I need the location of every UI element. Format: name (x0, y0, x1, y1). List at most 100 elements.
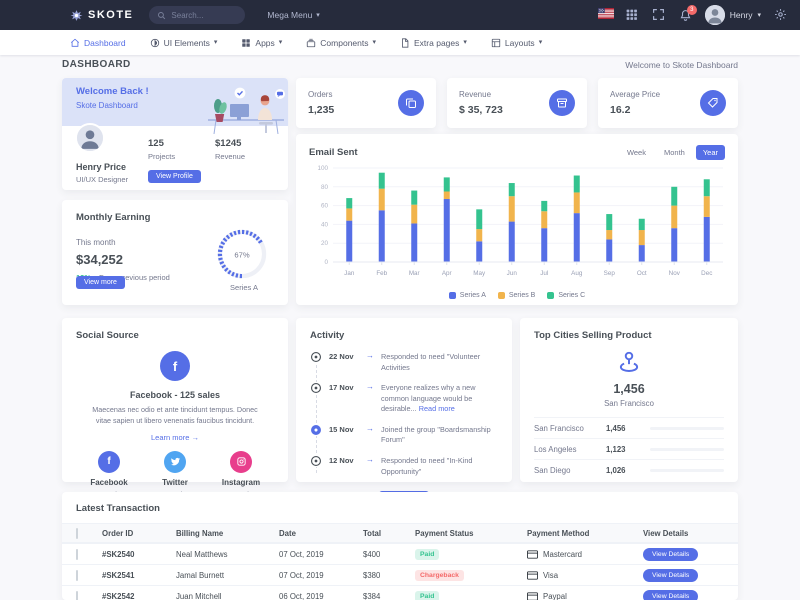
activity-text: Responded to need "In-Kind Opportunity" (381, 455, 498, 477)
period-toggle: Week Month Year (620, 145, 725, 160)
chevron-down-icon: ▾ (373, 39, 377, 46)
row-checkbox[interactable] (76, 549, 78, 560)
row-checkbox[interactable] (76, 591, 78, 600)
stat-value: $ 35, 723 (459, 104, 503, 116)
fullscreen-icon[interactable] (652, 8, 666, 22)
logo-icon (70, 9, 83, 22)
select-all-checkbox[interactable] (76, 528, 78, 539)
period-month-button[interactable]: Month (657, 145, 692, 160)
col-payment-method: Payment Method (527, 529, 643, 538)
col-total: Total (363, 529, 415, 538)
city-name: San Diego (534, 466, 606, 475)
email-sent-chart: 020406080100JanFebMarAprMayJunJulAugSepO… (309, 160, 725, 291)
svg-text:Jul: Jul (540, 270, 548, 277)
view-more-button[interactable]: View more (76, 276, 125, 289)
learn-more-link[interactable]: Learn more → (76, 433, 274, 442)
stat-card-average-price: Average Price 16.2 (598, 78, 738, 128)
nav-item-components[interactable]: Components ▾ (306, 38, 376, 48)
search-input[interactable] (171, 11, 241, 20)
social-source-title: Social Source (76, 330, 274, 341)
activity-item: 22 Nov → Responded to need "Volunteer Ac… (310, 351, 498, 373)
view-profile-button[interactable]: View Profile (148, 170, 201, 183)
visa-icon (527, 571, 538, 580)
chevron-down-icon: ▾ (539, 39, 543, 46)
circle-dot-icon (310, 382, 322, 394)
payment-method: Paypal (543, 592, 567, 600)
flag-us-icon[interactable] (598, 8, 612, 22)
total: $384 (363, 592, 415, 600)
nav-item-dashboard[interactable]: Dashboard (70, 38, 126, 48)
city-row: San Francisco 1,456 (534, 417, 724, 438)
status-badge: Paid (415, 549, 439, 560)
order-id: #SK2540 (102, 550, 176, 559)
chevron-down-icon: ▾ (757, 12, 761, 19)
activity-date: 12 Nov (329, 455, 359, 477)
nav-item-extra-pages[interactable]: Extra pages ▾ (400, 38, 467, 48)
read-more-link[interactable]: Read more (419, 404, 455, 413)
home-icon (70, 38, 80, 48)
chevron-down-icon: ▾ (463, 39, 467, 46)
status-badge: Chargeback (415, 570, 464, 581)
order-id: #SK2542 (102, 592, 176, 600)
email-sent-card: Email Sent Week Month Year 020406080100J… (296, 134, 738, 305)
svg-text:0: 0 (324, 259, 328, 266)
svg-text:May: May (473, 270, 486, 277)
billing-name: Neal Matthews (176, 550, 279, 559)
chevron-down-icon: ▾ (316, 12, 320, 19)
progress-bar (650, 469, 724, 472)
nav-item-apps[interactable]: Apps ▾ (241, 38, 282, 48)
stat-label: Average Price (610, 90, 660, 99)
social-name: Twitter (142, 478, 208, 487)
nav-item-ui-elements[interactable]: UI Elements ▾ (150, 38, 218, 48)
welcome-title: Welcome Back ! (76, 86, 149, 97)
email-sent-title: Email Sent (309, 147, 358, 158)
row-checkbox[interactable] (76, 570, 78, 581)
circle-dot-icon (310, 351, 322, 363)
svg-text:80: 80 (321, 184, 329, 191)
period-week-button[interactable]: Week (620, 145, 653, 160)
mastercard-icon (527, 550, 538, 559)
learn-more-label: Learn more (151, 433, 189, 442)
order-id: #SK2541 (102, 571, 176, 580)
notifications-bell[interactable]: 3 (679, 9, 692, 22)
apps-grid-icon[interactable] (625, 8, 639, 22)
col-view-details: View Details (643, 529, 724, 538)
table-header: Order ID Billing Name Date Total Payment… (62, 523, 738, 543)
archive-icon (549, 90, 575, 116)
view-details-button[interactable]: View Details (643, 590, 698, 600)
arrow-right-icon: → (191, 433, 199, 442)
activity-item: 12 Nov → Responded to need "In-Kind Oppo… (310, 455, 498, 477)
col-billing-name: Billing Name (176, 529, 279, 538)
welcome-illustration (166, 86, 288, 134)
view-details-button[interactable]: View Details (643, 569, 698, 582)
period-year-button[interactable]: Year (696, 145, 725, 160)
copy-icon (398, 90, 424, 116)
welcome-subtitle: Skote Dashboard (76, 101, 149, 110)
stat-value: 16.2 (610, 104, 660, 116)
nav-label: Extra pages (414, 38, 459, 48)
app-logo[interactable]: SKOTE (70, 9, 133, 22)
nav-item-layouts[interactable]: Layouts ▾ (491, 38, 542, 48)
mega-menu-button[interactable]: Mega Menu ▾ (267, 10, 319, 20)
welcome-card: Welcome Back ! Skote Dashboard 125 Proje… (62, 78, 288, 190)
top-city-total: 1,456 (534, 382, 724, 396)
tone-icon (150, 38, 160, 48)
progress-bar (650, 427, 724, 430)
activity-item: 17 Nov → Everyone realizes why a new com… (310, 382, 498, 415)
svg-text:60: 60 (321, 203, 329, 210)
circle-dot-icon-active (310, 424, 322, 436)
chart-legend: Series A Series B Series C (309, 292, 725, 299)
stat-value: 1,235 (308, 104, 334, 116)
svg-text:Sep: Sep (604, 270, 616, 277)
earning-gauge: 67% Series A (214, 226, 274, 292)
svg-text:Nov: Nov (669, 270, 681, 277)
purchase-tag-icon (700, 90, 726, 116)
user-menu[interactable]: Henry ▾ (705, 5, 761, 25)
chevron-down-icon: ▾ (214, 39, 218, 46)
activity-date: 22 Nov (329, 351, 359, 373)
activity-text: Responded to need "Volunteer Activities (381, 351, 498, 373)
gear-icon[interactable] (774, 8, 788, 22)
view-details-button[interactable]: View Details (643, 548, 698, 561)
top-city-name: San Francisco (534, 399, 724, 408)
nav-label: Dashboard (84, 38, 126, 48)
